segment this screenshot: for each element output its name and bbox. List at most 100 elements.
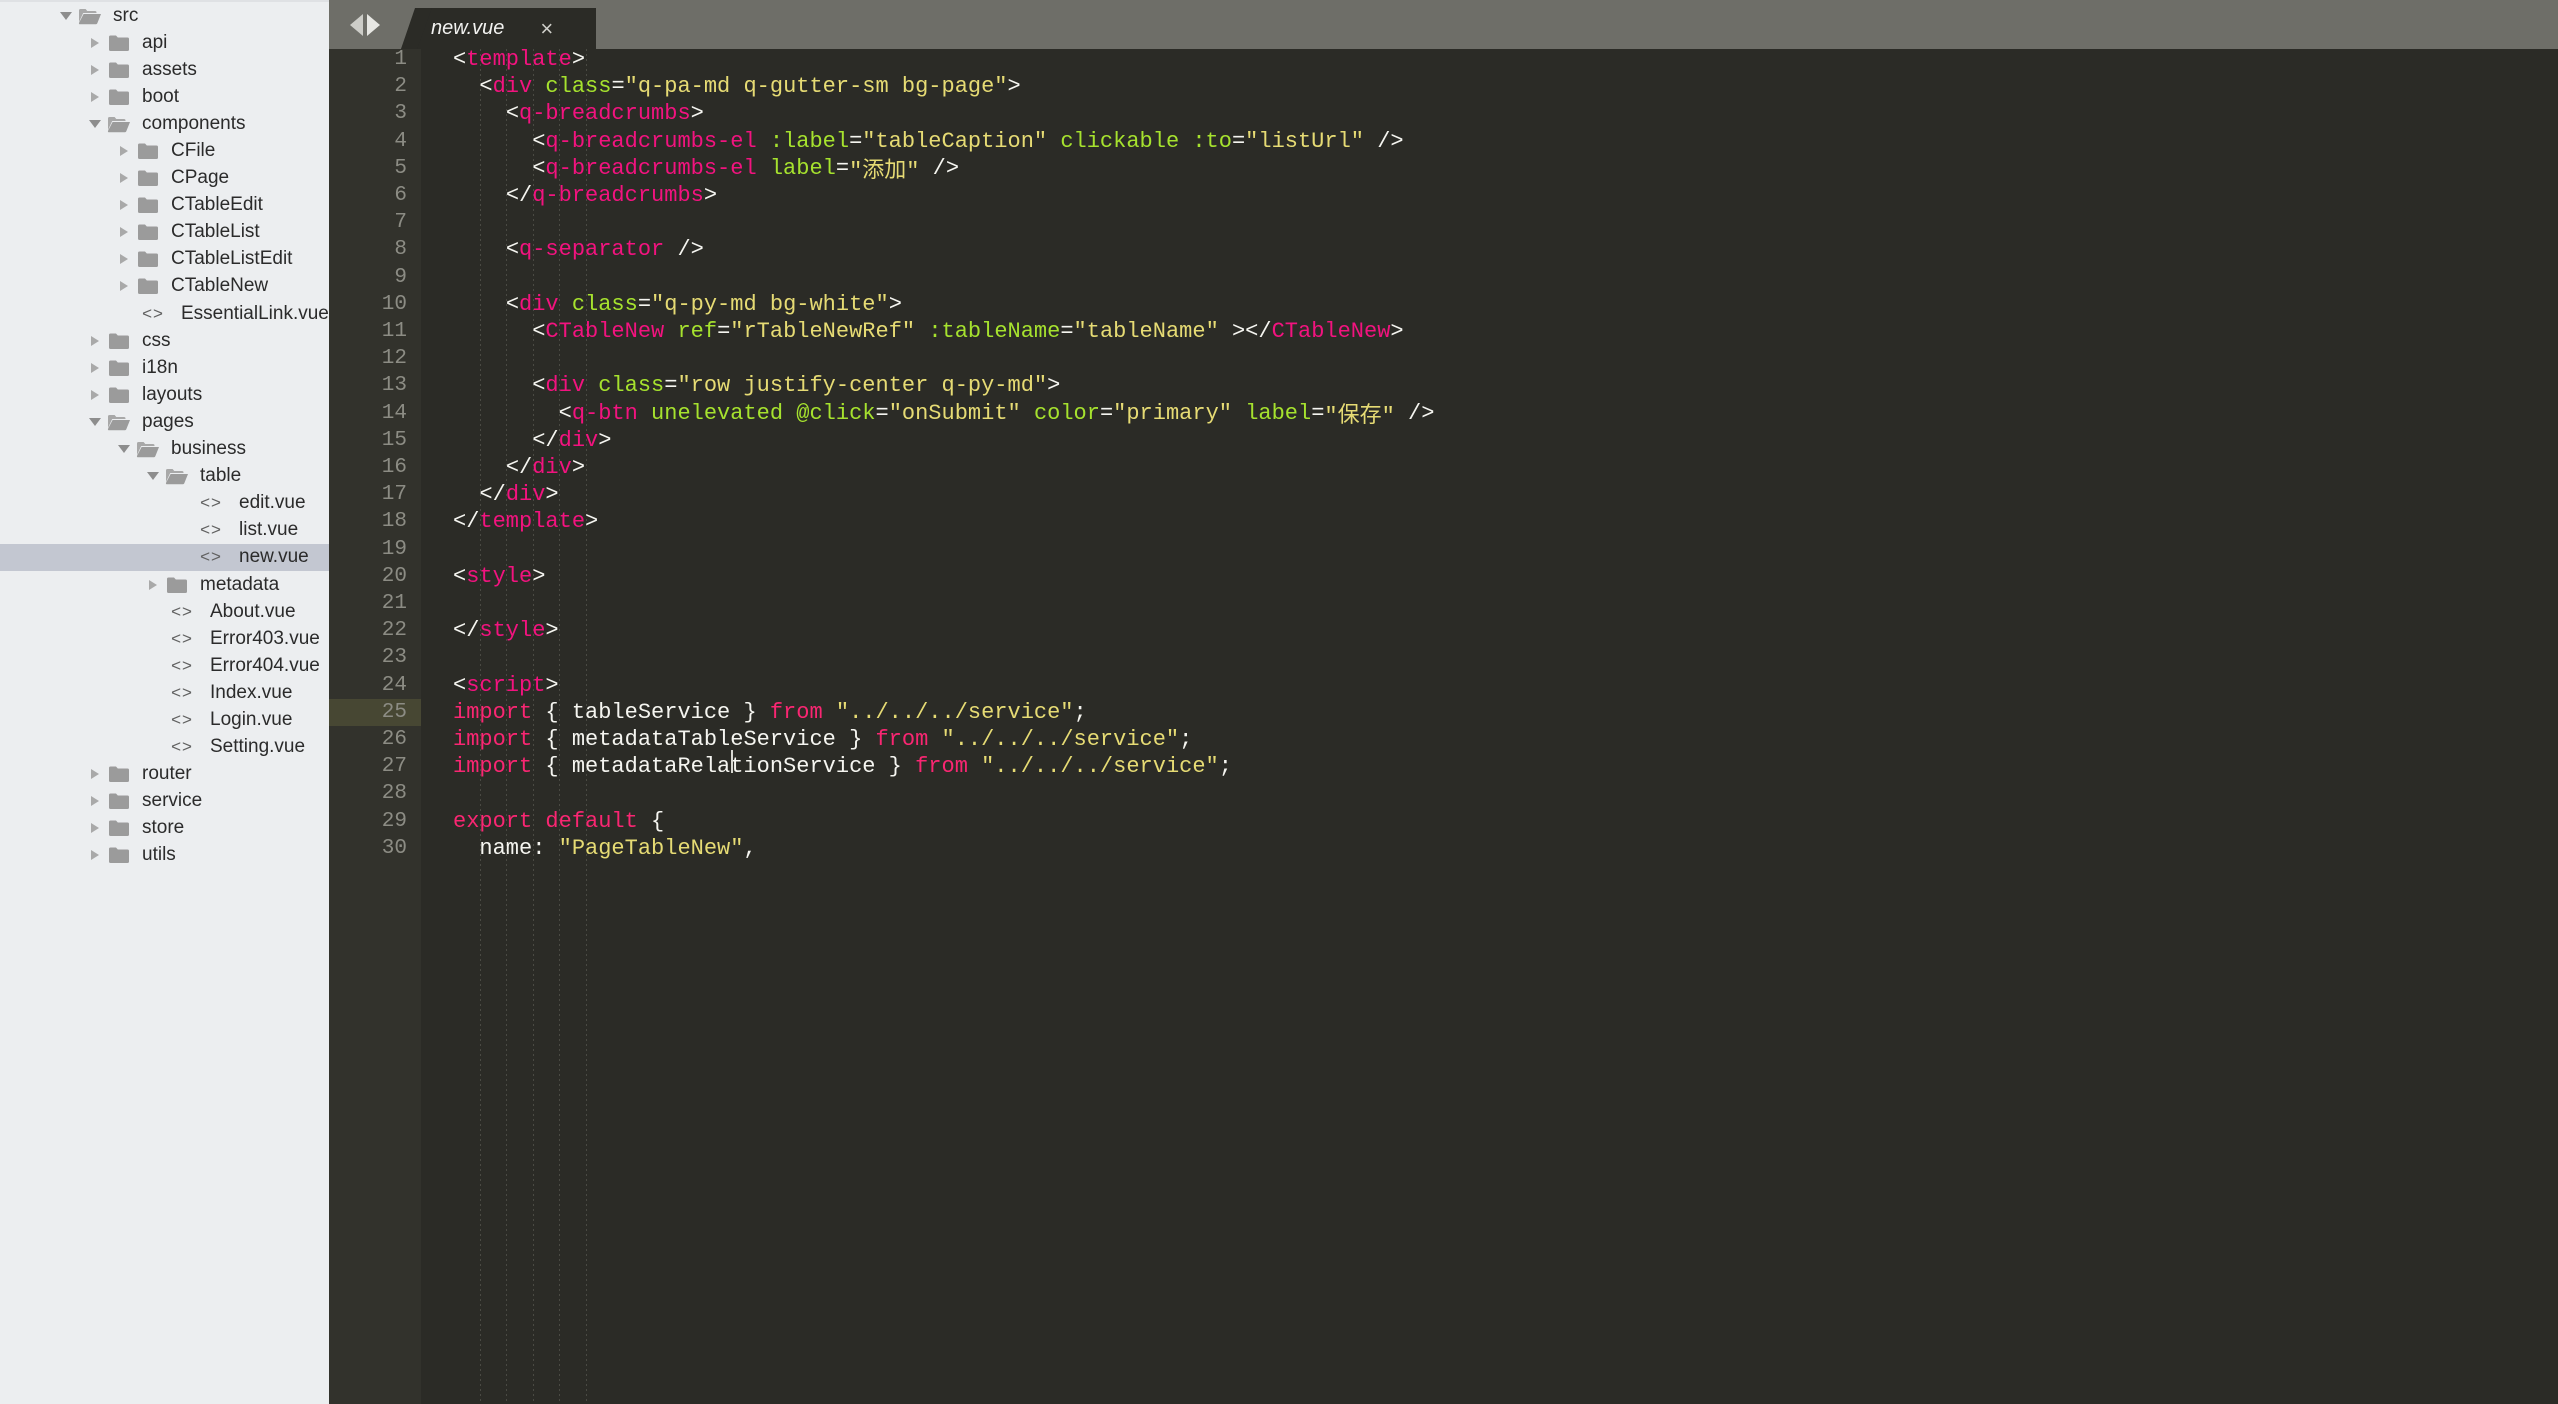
file-tree-file[interactable]: <> Error404.vue [0, 652, 329, 679]
file-tree-file[interactable]: <> Setting.vue [0, 734, 329, 761]
file-tree-folder[interactable]: components [0, 110, 329, 137]
file-tree-folder[interactable]: layouts [0, 381, 329, 408]
chevron-right-icon[interactable] [114, 144, 134, 158]
code-line[interactable]: </q-breadcrumbs > [421, 182, 2558, 209]
code-line[interactable] [421, 345, 2558, 372]
file-tree[interactable]: src api assets boot components CFile CPage CTab… [0, 2, 329, 869]
file-tree-file[interactable]: <> Index.vue [0, 679, 329, 706]
chevron-right-icon[interactable] [85, 36, 105, 50]
nav-back-arrow-icon[interactable] [350, 13, 363, 36]
chevron-down-icon[interactable] [114, 443, 134, 455]
file-tree-folder[interactable]: service [0, 788, 329, 815]
file-tree-folder[interactable]: CTableList [0, 219, 329, 246]
code-line[interactable]: < q-breadcrumbs-el :label = "tableCaption" … [421, 128, 2558, 155]
code-surface[interactable]: 1 2 3 4 5 6 7 8 9 10 11 12 13 14 15 16 17 18 19 20 21 22 23 24 2… [329, 46, 2558, 1404]
code-token: import [453, 754, 533, 780]
code-line[interactable] [421, 780, 2558, 807]
file-tree-folder[interactable]: assets [0, 56, 329, 83]
chevron-right-icon[interactable] [114, 198, 134, 212]
file-tree-file[interactable]: <> EssentialLink.vue [0, 300, 329, 327]
chevron-right-icon[interactable] [85, 848, 105, 862]
code-token: = [637, 291, 652, 317]
tab-navigation-arrows[interactable] [329, 0, 401, 49]
code-line[interactable] [421, 264, 2558, 291]
code-line[interactable]: < script > [421, 672, 2558, 699]
code-line[interactable]: < q-breadcrumbs-el label = "添加" /> [421, 155, 2558, 185]
file-tree-folder[interactable]: CTableListEdit [0, 246, 329, 273]
chevron-down-icon[interactable] [85, 118, 105, 130]
chevron-right-icon[interactable] [85, 90, 105, 104]
chevron-right-icon[interactable] [85, 334, 105, 348]
file-tree-folder[interactable]: CFile [0, 137, 329, 164]
code-line[interactable]: import { tableService } from "../../../s… [421, 699, 2558, 726]
file-tree-folder[interactable]: metadata [0, 571, 329, 598]
file-tree-file[interactable]: <> Error403.vue [0, 625, 329, 652]
code-line[interactable]: </div > [421, 454, 2558, 481]
code-line[interactable]: export default { [421, 808, 2558, 835]
chevron-right-icon[interactable] [85, 388, 105, 402]
code-token: </ [453, 509, 480, 535]
file-tree-label: src [113, 4, 139, 26]
file-tree-file[interactable]: <> list.vue [0, 517, 329, 544]
file-tree-file[interactable]: <> new.vue [0, 543, 329, 571]
file-tree-folder[interactable]: i18n [0, 354, 329, 381]
code-file-icon: <> [171, 709, 193, 729]
code-line[interactable]: < div class = "row justify-center q-py-md" > [421, 372, 2558, 399]
file-tree-folder[interactable]: utils [0, 842, 329, 869]
chevron-right-icon[interactable] [143, 578, 163, 592]
nav-forward-arrow-icon[interactable] [367, 13, 380, 36]
file-tree-file[interactable]: <> edit.vue [0, 490, 329, 517]
code-line[interactable]: </div > [421, 427, 2558, 454]
chevron-right-icon[interactable] [85, 361, 105, 375]
file-tree-folder[interactable]: boot [0, 83, 329, 110]
file-explorer-sidebar[interactable]: src api assets boot components CFile CPage CTab… [0, 0, 329, 1404]
code-line[interactable]: < q-btn unelevated @click = "onSubmit" colo… [421, 400, 2558, 430]
file-tree-folder[interactable]: css [0, 327, 329, 354]
chevron-down-icon[interactable] [143, 470, 163, 482]
file-tree-folder[interactable]: pages [0, 408, 329, 435]
code-line[interactable]: import { metadataRelationService } from … [421, 753, 2558, 780]
file-tree-folder[interactable]: router [0, 761, 329, 788]
code-line[interactable]: < div class = "q-pa-md q-gutter-sm bg-page"… [421, 73, 2558, 100]
file-tree-folder[interactable]: business [0, 436, 329, 463]
code-line[interactable]: name: "PageTableNew", [421, 835, 2558, 862]
file-tree-folder[interactable]: CPage [0, 165, 329, 192]
code-token: "rTableNewRef" [730, 319, 916, 345]
code-line[interactable] [421, 590, 2558, 617]
close-icon[interactable]: × [540, 17, 553, 40]
chevron-right-icon[interactable] [114, 252, 134, 266]
chevron-right-icon[interactable] [85, 767, 105, 781]
file-tree-file[interactable]: <> About.vue [0, 598, 329, 625]
code-line[interactable]: </style > [421, 617, 2558, 644]
code-line[interactable]: </div > [421, 481, 2558, 508]
code-line[interactable] [421, 209, 2558, 236]
code-line[interactable]: < div class = "q-py-md bg-white" > [421, 291, 2558, 318]
chevron-right-icon[interactable] [85, 821, 105, 835]
code-line[interactable] [421, 644, 2558, 671]
chevron-down-icon[interactable] [56, 10, 76, 22]
file-tree-folder[interactable]: store [0, 815, 329, 842]
file-tree-folder[interactable]: api [0, 29, 329, 56]
code-line[interactable]: < template > [421, 46, 2558, 73]
editor-tab-new-vue[interactable]: new.vue × [401, 8, 596, 49]
chevron-right-icon[interactable] [114, 171, 134, 185]
code-line[interactable]: < q-breadcrumbs > [421, 100, 2558, 127]
file-tree-file[interactable]: <> Login.vue [0, 706, 329, 733]
file-tree-folder[interactable]: src [0, 2, 329, 29]
chevron-right-icon[interactable] [114, 279, 134, 293]
chevron-down-icon[interactable] [85, 416, 105, 428]
chevron-right-icon[interactable] [85, 794, 105, 808]
chevron-right-icon[interactable] [85, 63, 105, 77]
code-line[interactable]: </template > [421, 508, 2558, 535]
code-line[interactable]: import { metadataTableService } from "..… [421, 726, 2558, 753]
file-tree-folder[interactable]: table [0, 463, 329, 490]
code-line[interactable]: < style > [421, 563, 2558, 590]
code-line[interactable]: < CTableNew ref = "rTableNewRef" :tableName… [421, 318, 2558, 345]
code-line[interactable]: < q-separator /> [421, 236, 2558, 263]
chevron-right-icon[interactable] [114, 225, 134, 239]
code-line[interactable] [421, 536, 2558, 563]
folder-open-icon [105, 413, 133, 431]
file-tree-folder[interactable]: CTableEdit [0, 192, 329, 219]
file-tree-folder[interactable]: CTableNew [0, 273, 329, 300]
